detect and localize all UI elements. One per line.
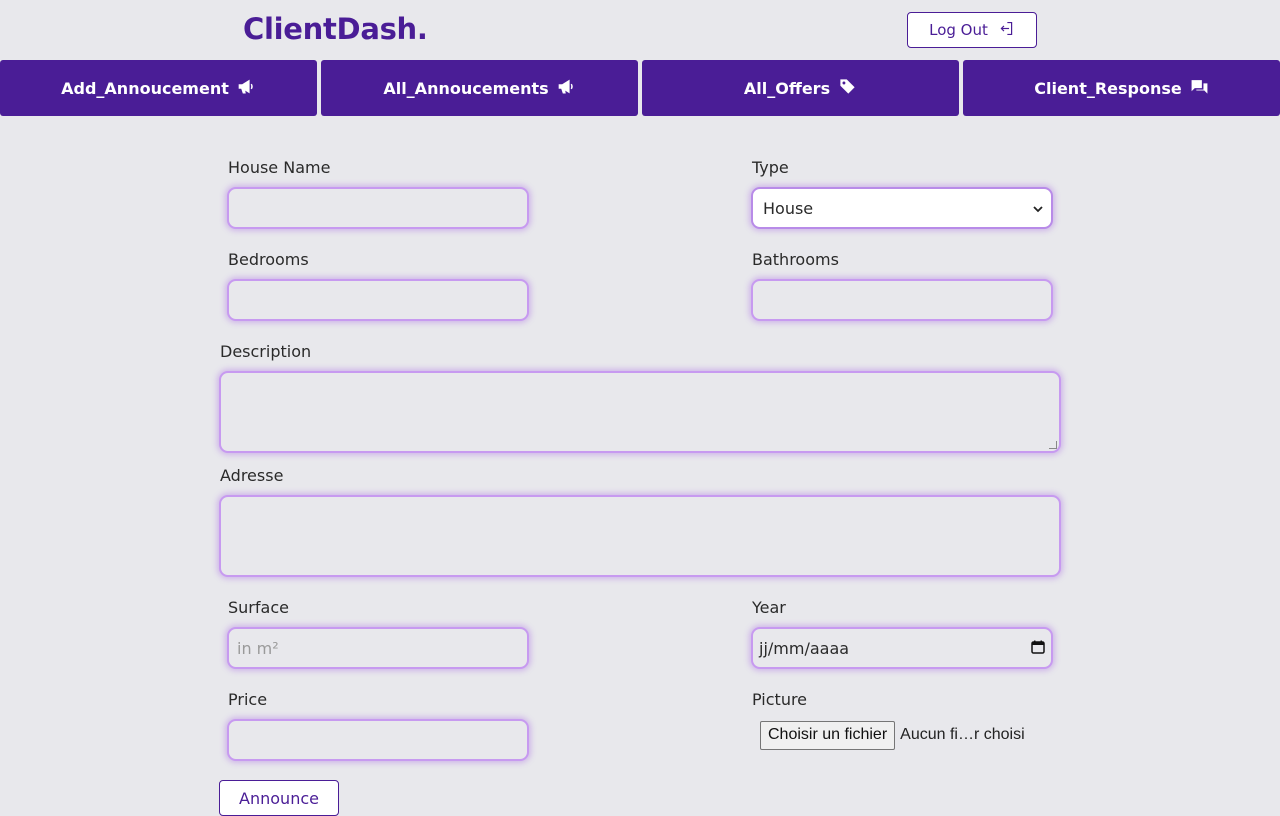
calendar-icon[interactable] (1031, 639, 1045, 658)
bathrooms-input[interactable] (751, 279, 1053, 321)
type-select[interactable]: House (751, 187, 1053, 229)
type-select-value: House (763, 198, 814, 218)
nav-item-label: Add_Annoucement (61, 78, 229, 98)
type-label: Type (752, 158, 789, 177)
chevron-down-icon (1033, 199, 1043, 218)
announce-button[interactable]: Announce (219, 780, 339, 816)
nav-all-offers[interactable]: All_Offers (642, 60, 959, 116)
adresse-label: Adresse (220, 466, 284, 485)
house-name-label: House Name (228, 158, 331, 177)
main-nav: Add_Annoucement All_Annoucements All_Off… (0, 60, 1280, 116)
file-status: Aucun fi…r choisi (900, 726, 1025, 743)
surface-input[interactable]: in m² (227, 627, 529, 669)
year-placeholder: jj/mm/aaaa (759, 638, 850, 658)
house-name-input[interactable] (227, 187, 529, 229)
logout-button[interactable]: Log Out (907, 12, 1037, 48)
megaphone-icon (557, 77, 576, 100)
price-label: Price (228, 690, 268, 709)
tag-icon (838, 77, 857, 100)
bedrooms-input[interactable] (227, 279, 529, 321)
brand-logo: ClientDash. (243, 12, 428, 46)
megaphone-icon (237, 77, 256, 100)
nav-all-announcements[interactable]: All_Annoucements (321, 60, 638, 116)
logout-label: Log Out (929, 21, 988, 39)
description-textarea[interactable] (219, 371, 1061, 453)
nav-item-label: All_Annoucements (383, 78, 549, 98)
surface-placeholder: in m² (237, 638, 279, 658)
year-label: Year (752, 598, 786, 617)
chat-icon (1190, 77, 1209, 100)
resize-grip-icon[interactable] (1049, 441, 1057, 449)
picture-label: Picture (752, 690, 808, 709)
nav-add-announcement[interactable]: Add_Annoucement (0, 60, 317, 116)
adresse-textarea[interactable] (219, 495, 1061, 577)
nav-item-label: Client_Response (1034, 78, 1182, 98)
description-label: Description (220, 342, 312, 361)
choose-file-button[interactable]: Choisir un fichier (760, 720, 896, 750)
bathrooms-label: Bathrooms (752, 250, 839, 269)
picture-file-input: Choisir un fichier Aucun fi…r choisi (760, 720, 1025, 750)
surface-label: Surface (228, 598, 289, 617)
logout-icon (998, 20, 1015, 41)
nav-item-label: All_Offers (743, 78, 831, 98)
nav-client-response[interactable]: Client_Response (963, 60, 1280, 116)
bedrooms-label: Bedrooms (228, 250, 309, 269)
price-input[interactable] (227, 719, 529, 761)
year-date-input[interactable]: jj/mm/aaaa (751, 627, 1053, 669)
